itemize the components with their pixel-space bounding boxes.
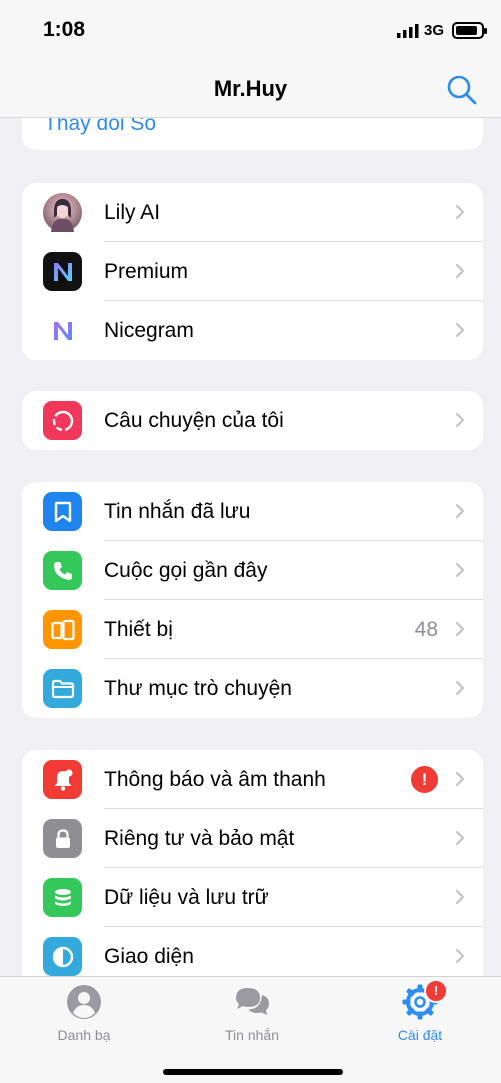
row-label: Nicegram: [104, 319, 194, 342]
chevron-right-icon: [455, 412, 465, 428]
nicegram-logo-icon: [43, 311, 82, 350]
chevron-right-icon: [455, 948, 465, 964]
devices-count: 48: [414, 618, 438, 641]
chevron-right-icon: [455, 322, 465, 338]
row-privacy[interactable]: Riêng tư và bảo mật: [22, 809, 483, 868]
network-type: 3G: [424, 22, 445, 39]
tab-bar: Danh bạ Tin nhắn ! Cài đặt: [0, 976, 501, 1083]
phone-icon: [43, 551, 82, 590]
tab-chats[interactable]: Tin nhắn: [192, 983, 312, 1053]
row-chat-folders[interactable]: Thư mục trò chuyện: [22, 659, 483, 718]
chevron-right-icon: [455, 771, 465, 787]
status-bar: 1:08 3G: [0, 0, 501, 60]
row-notifications[interactable]: Thông báo và âm thanh !: [22, 750, 483, 809]
bell-icon: [43, 760, 82, 799]
row-label: Cuộc gọi gần đây: [104, 559, 268, 582]
profile-card: Thay đổi Số: [22, 118, 483, 150]
row-devices[interactable]: Thiết bị 48: [22, 600, 483, 659]
chevron-right-icon: [455, 562, 465, 578]
chevron-right-icon: [455, 263, 465, 279]
settings-list[interactable]: Thay đổi Số Lily AI Premium Nicegram Câu…: [0, 118, 501, 976]
signal-icon: [397, 24, 419, 38]
folder-icon: [43, 669, 82, 708]
row-label: Riêng tư và bảo mật: [104, 827, 295, 850]
database-icon: [43, 878, 82, 917]
page-title: Mr.Huy: [213, 76, 288, 101]
tab-contacts[interactable]: Danh bạ: [24, 983, 144, 1053]
battery-icon: [452, 22, 487, 39]
row-lily-ai[interactable]: Lily AI: [22, 183, 483, 242]
row-label: Premium: [104, 260, 189, 283]
row-label: Câu chuyện của tôi: [104, 409, 284, 432]
group-stories: Câu chuyện của tôi: [22, 391, 483, 450]
row-saved-messages[interactable]: Tin nhắn đã lưu: [22, 482, 483, 541]
tab-label: Cài đặt: [397, 1027, 443, 1043]
row-label: Dữ liệu và lưu trữ: [104, 886, 269, 909]
premium-logo-icon: [43, 252, 82, 291]
stories-icon: [43, 401, 82, 440]
lock-icon: [43, 819, 82, 858]
contacts-icon: [67, 985, 101, 1019]
row-data-storage[interactable]: Dữ liệu và lưu trữ: [22, 868, 483, 927]
bookmark-icon: [43, 492, 82, 531]
row-label: Thư mục trò chuyện: [104, 677, 292, 700]
warning-badge: !: [411, 766, 438, 793]
row-appearance[interactable]: Giao diện: [22, 927, 483, 976]
chevron-right-icon: [455, 830, 465, 846]
avatar: [43, 193, 82, 232]
tab-label: Danh bạ: [57, 1027, 111, 1043]
devices-icon: [43, 610, 82, 649]
row-premium[interactable]: Premium: [22, 242, 483, 301]
chevron-right-icon: [455, 889, 465, 905]
row-nicegram[interactable]: Nicegram: [22, 301, 483, 360]
status-time: 1:08: [43, 18, 86, 41]
row-label: Thiết bị: [104, 618, 173, 641]
row-my-stories[interactable]: Câu chuyện của tôi: [22, 391, 483, 450]
tab-label: Tin nhắn: [225, 1027, 279, 1043]
row-label: Lily AI: [104, 201, 161, 224]
change-number-link[interactable]: Thay đổi Số: [44, 118, 156, 136]
group-accounts: Lily AI Premium Nicegram: [22, 183, 483, 360]
home-indicator[interactable]: [163, 1069, 343, 1075]
chats-icon: [236, 988, 269, 1015]
chevron-right-icon: [455, 680, 465, 696]
nav-bar: Mr.Huy: [0, 60, 501, 118]
group-preferences: Thông báo và âm thanh ! Riêng tư và bảo …: [22, 750, 483, 976]
chevron-right-icon: [455, 621, 465, 637]
tab-settings[interactable]: ! Cài đặt: [360, 979, 480, 1053]
row-label: Thông báo và âm thanh: [104, 768, 326, 791]
group-general: Tin nhắn đã lưu Cuộc gọi gần đây Thiết b…: [22, 482, 483, 718]
row-label: Tin nhắn đã lưu: [104, 500, 251, 523]
settings-alert-badge: !: [424, 979, 448, 1003]
chevron-right-icon: [455, 503, 465, 519]
chevron-right-icon: [455, 204, 465, 220]
row-recent-calls[interactable]: Cuộc gọi gần đây: [22, 541, 483, 600]
search-icon[interactable]: [446, 74, 478, 106]
appearance-icon: [43, 937, 82, 976]
row-label: Giao diện: [104, 945, 194, 968]
